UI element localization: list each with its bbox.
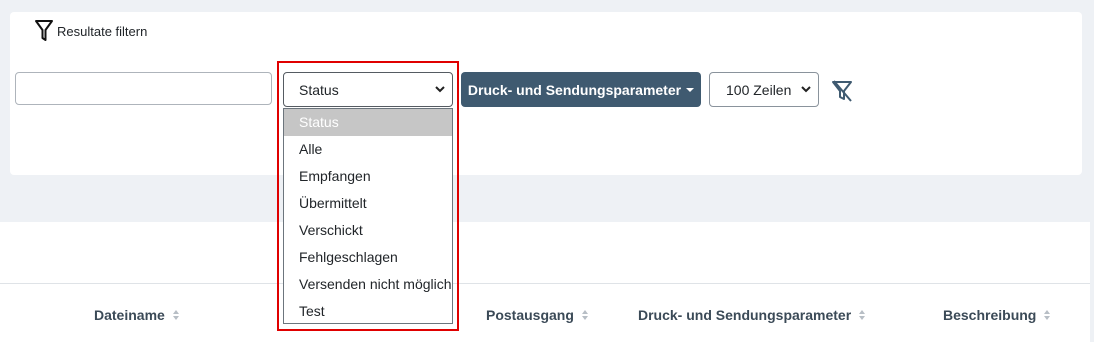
filter-clear-icon[interactable]	[830, 79, 854, 103]
dropdown-option-fehlgeschlagen[interactable]: Fehlgeschlagen	[284, 244, 452, 271]
sort-icon	[859, 310, 866, 320]
column-header-dateiname[interactable]: Dateiname	[94, 307, 179, 323]
column-header-label: Beschreibung	[943, 307, 1037, 323]
filter-header[interactable]: Resultate filtern	[34, 19, 147, 43]
dropdown-option-test[interactable]: Test	[284, 298, 452, 323]
sort-icon	[1044, 310, 1051, 320]
column-header-druck-sendungsparameter[interactable]: Druck- und Sendungsparameter	[638, 307, 866, 323]
rows-per-page-select[interactable]: 100 Zeilen	[709, 72, 819, 107]
column-header-postausgang[interactable]: Postausgang	[486, 307, 588, 323]
filter-header-label: Resultate filtern	[57, 23, 148, 39]
dropdown-option-uebermittelt[interactable]: Übermittelt	[284, 190, 452, 217]
column-header-label: Postausgang	[486, 307, 574, 323]
table-divider	[0, 283, 1090, 284]
chevron-down-icon	[801, 86, 811, 93]
caret-down-icon	[686, 87, 695, 92]
dropdown-option-versenden-nicht-moeglich[interactable]: Versenden nicht möglich	[284, 271, 452, 298]
druck-button-label: Druck- und Sendungsparameter	[467, 81, 682, 98]
sort-icon	[581, 310, 588, 320]
column-header-label: Dateiname	[94, 307, 165, 323]
rows-select-value: 100 Zeilen	[726, 81, 792, 98]
druck-sendungsparameter-button[interactable]: Druck- und Sendungsparameter	[461, 72, 701, 107]
results-table: Dateiname Postausgang Druck- und Sendung…	[0, 222, 1090, 342]
dropdown-option-alle[interactable]: Alle	[284, 136, 452, 163]
sort-icon	[172, 310, 179, 320]
dropdown-option-empfangen[interactable]: Empfangen	[284, 163, 452, 190]
dropdown-option-status[interactable]: Status	[284, 109, 452, 136]
filter-icon	[35, 20, 53, 41]
column-header-label: Druck- und Sendungsparameter	[638, 307, 852, 323]
status-select-value: Status	[299, 81, 339, 98]
dropdown-option-verschickt[interactable]: Verschickt	[284, 217, 452, 244]
search-input[interactable]	[15, 72, 272, 105]
column-header-beschreibung[interactable]: Beschreibung	[943, 307, 1051, 323]
chevron-down-icon	[435, 86, 445, 93]
status-select[interactable]: Status	[283, 72, 453, 107]
status-dropdown-list: Status Alle Empfangen Übermittelt Versch…	[283, 108, 453, 324]
